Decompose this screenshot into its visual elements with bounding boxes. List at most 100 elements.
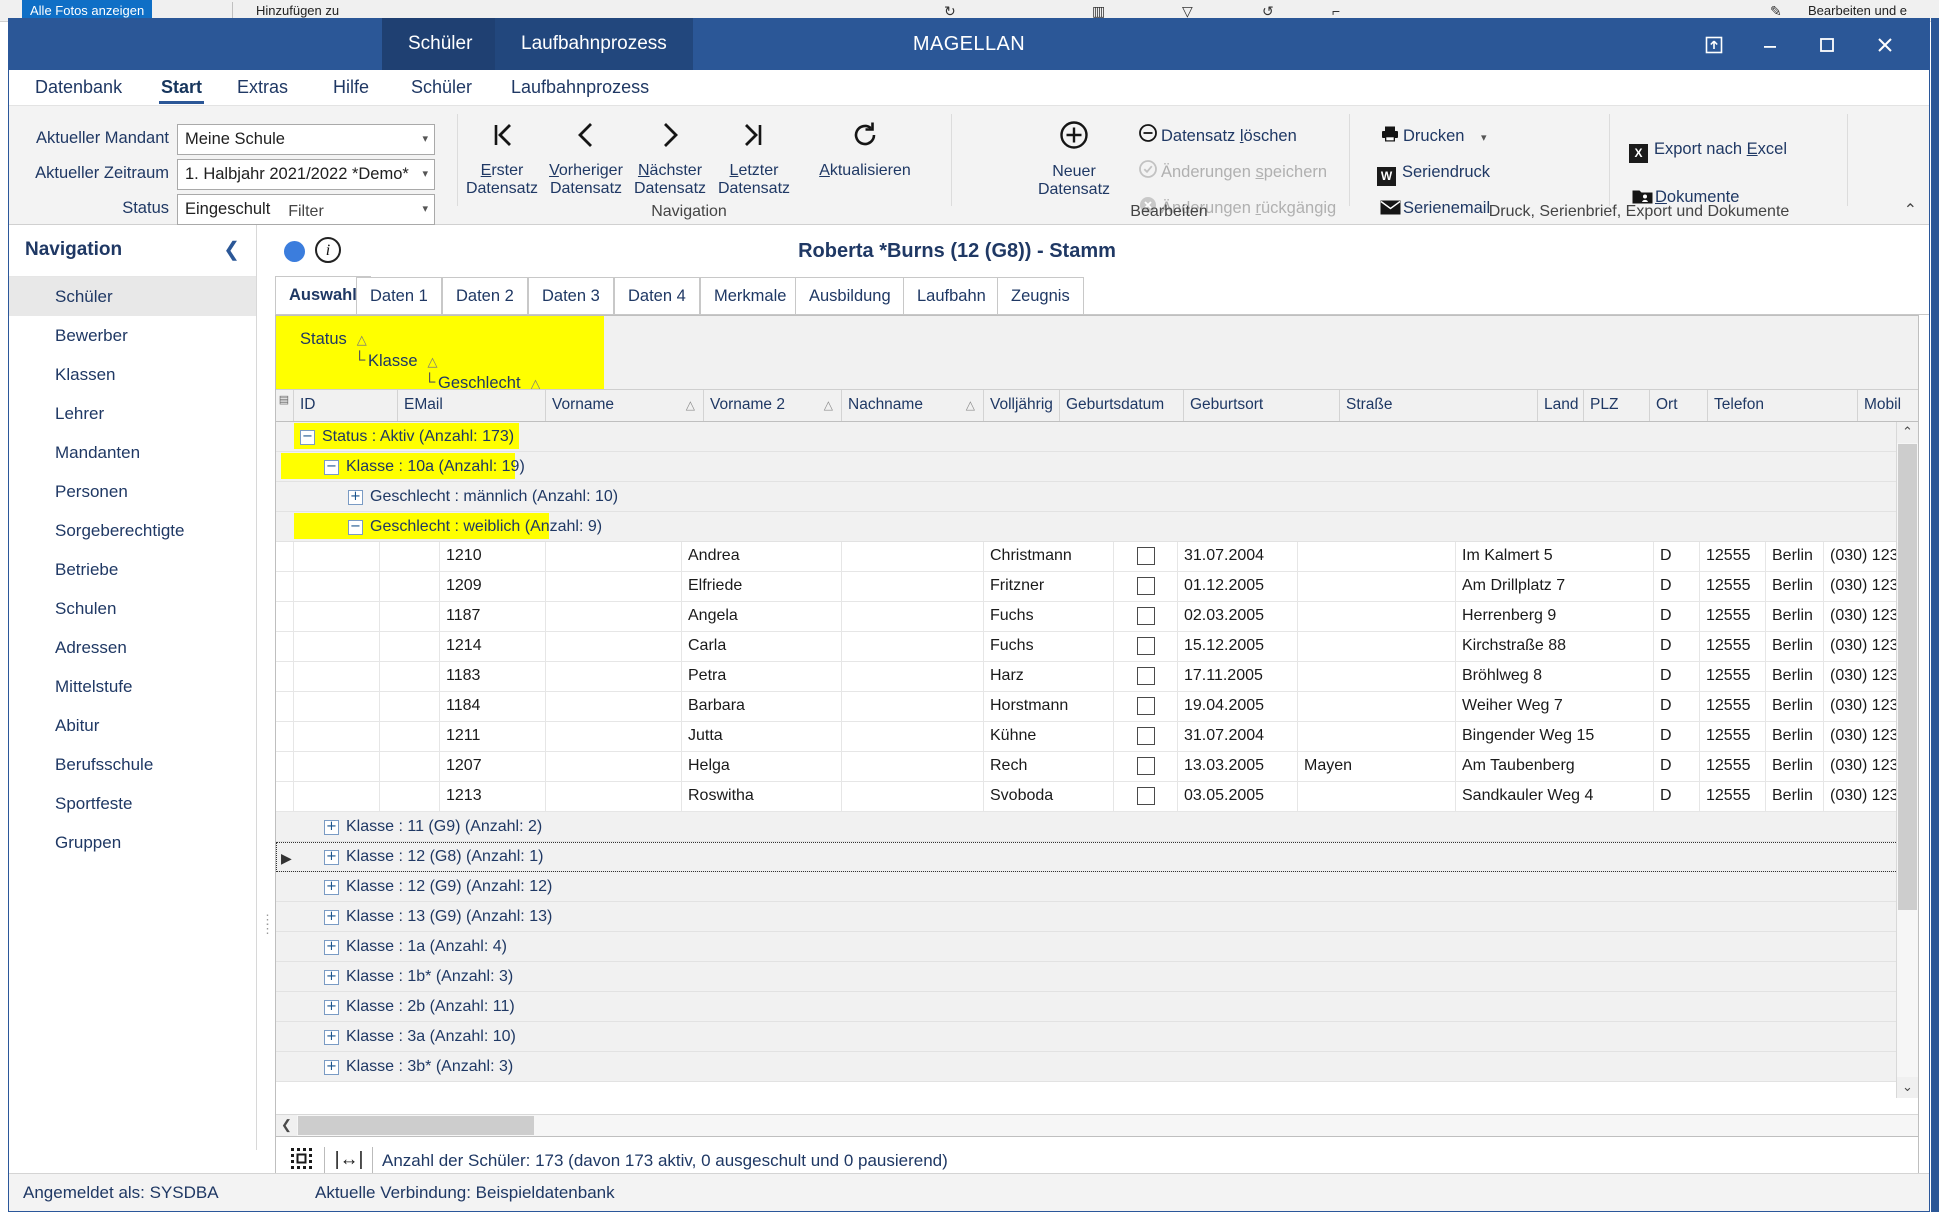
grid-horizontal-scrollbar[interactable]: ❮ <box>276 1114 1918 1136</box>
cell-volljaehrig[interactable] <box>1114 632 1178 661</box>
group-row-klasse-10a[interactable]: − Klasse : 10a (Anzahl: 19) <box>276 452 1918 482</box>
column-header-id[interactable]: ID <box>294 390 398 421</box>
sidebar-item-berufsschule[interactable]: Berufsschule <box>9 745 256 784</box>
cell-volljaehrig[interactable] <box>1114 602 1178 631</box>
group-row-klasse-1a[interactable]: + Klasse : 1a (Anzahl: 4) <box>276 932 1918 962</box>
minimize-icon[interactable] <box>1744 24 1796 64</box>
ribbon-tab-schueler[interactable]: Schüler <box>397 70 486 106</box>
group-row-klasse-13-g9[interactable]: + Klasse : 13 (G9) (Anzahl: 13) <box>276 902 1918 932</box>
sort-ascending-icon[interactable]: △ <box>357 332 367 347</box>
table-row[interactable]: 1183 Petra Harz 17.11.2005 Bröhlweg 8 D … <box>276 662 1918 692</box>
group-chip-klasse[interactable]: Klasse △ <box>368 352 438 371</box>
sidebar-item-gruppen[interactable]: Gruppen <box>9 823 256 862</box>
group-row-status-aktiv[interactable]: − Status : Aktiv (Anzahl: 173) <box>276 422 1918 452</box>
column-header-geburtsdatum[interactable]: Geburtsdatum <box>1060 390 1184 421</box>
collapse-ribbon-button[interactable]: ⌃ <box>1904 200 1917 220</box>
expand-expander-icon[interactable]: + <box>324 880 339 895</box>
column-header-email[interactable]: EMail <box>398 390 546 421</box>
refresh-button[interactable]: Aktualisieren <box>799 118 931 180</box>
expand-expander-icon[interactable]: + <box>324 1030 339 1045</box>
column-header-strasse[interactable]: Straße <box>1340 390 1538 421</box>
cell-volljaehrig[interactable] <box>1114 542 1178 571</box>
table-row[interactable]: 1211 Jutta Kühne 31.07.2004 Bingender We… <box>276 722 1918 752</box>
expand-expander-icon[interactable]: + <box>324 910 339 925</box>
column-header-nachname[interactable]: △ Nachname <box>842 390 984 421</box>
table-row[interactable]: 1214 Carla Fuchs 15.12.2005 Kirchstraße … <box>276 632 1918 662</box>
tab-daten-3[interactable]: Daten 3 <box>528 277 614 314</box>
print-command[interactable]: Drucken ▾ <box>1377 123 1487 149</box>
group-row-klasse-2b[interactable]: + Klasse : 2b (Anzahl: 11) <box>276 992 1918 1022</box>
sidebar-item-sorgeberechtigte[interactable]: Sorgeberechtigte <box>9 511 256 550</box>
sidebar-item-schulen[interactable]: Schulen <box>9 589 256 628</box>
cell-volljaehrig[interactable] <box>1114 572 1178 601</box>
group-row-klasse-12-g9[interactable]: + Klasse : 12 (G9) (Anzahl: 12) <box>276 872 1918 902</box>
ribbon-tab-start[interactable]: Start <box>147 70 216 106</box>
column-header-land[interactable]: Land <box>1538 390 1584 421</box>
collapse-expander-icon[interactable]: − <box>348 520 363 535</box>
sidebar-item-mittelstufe[interactable]: Mittelstufe <box>9 667 256 706</box>
cell-volljaehrig[interactable] <box>1114 722 1178 751</box>
ribbon-tab-extras[interactable]: Extras <box>223 70 302 106</box>
column-header-telefon[interactable]: Telefon <box>1708 390 1858 421</box>
sidebar-item-adressen[interactable]: Adressen <box>9 628 256 667</box>
column-header-volljaehrig[interactable]: Volljährig <box>984 390 1060 421</box>
checkbox-unchecked-icon[interactable] <box>1136 787 1155 805</box>
table-row[interactable]: 1207 Helga Rech 13.03.2005 Mayen Am Taub… <box>276 752 1918 782</box>
collapse-navigation-icon[interactable]: ❮ <box>223 237 240 262</box>
sidebar-item-mandanten[interactable]: Mandanten <box>9 433 256 472</box>
checkbox-unchecked-icon[interactable] <box>1136 547 1155 565</box>
column-chooser-icon[interactable]: ▤ <box>276 390 294 421</box>
ribbon-tab-datenbank[interactable]: Datenbank <box>21 70 136 106</box>
sidebar-item-bewerber[interactable]: Bewerber <box>9 316 256 355</box>
sidebar-item-klassen[interactable]: Klassen <box>9 355 256 394</box>
close-icon[interactable] <box>1859 24 1911 64</box>
group-row-klasse-3b[interactable]: + Klasse : 3b* (Anzahl: 3) <box>276 1052 1918 1082</box>
sort-ascending-icon[interactable]: △ <box>531 376 541 389</box>
select-all-icon[interactable] <box>290 1147 316 1173</box>
table-row[interactable]: 1209 Elfriede Fritzner 01.12.2005 Am Dri… <box>276 572 1918 602</box>
table-row[interactable]: 1187 Angela Fuchs 02.03.2005 Herrenberg … <box>276 602 1918 632</box>
group-chip-geschlecht[interactable]: Geschlecht △ <box>438 374 541 389</box>
expand-expander-icon[interactable]: + <box>324 850 339 865</box>
group-row-geschlecht-weiblich[interactable]: − Geschlecht : weiblich (Anzahl: 9) <box>276 512 1918 542</box>
checkbox-unchecked-icon[interactable] <box>1136 607 1155 625</box>
tab-daten-2[interactable]: Daten 2 <box>442 277 528 314</box>
zeitraum-combobox[interactable]: 1. Halbjahr 2021/2022 *Demo* ▾ <box>177 159 435 190</box>
tab-zeugnis[interactable]: Zeugnis <box>997 277 1084 314</box>
group-row-geschlecht-maennlich[interactable]: + Geschlecht : männlich (Anzahl: 10) <box>276 482 1918 512</box>
group-row-klasse-3a[interactable]: + Klasse : 3a (Anzahl: 10) <box>276 1022 1918 1052</box>
collapse-expander-icon[interactable]: − <box>324 460 339 475</box>
grid-vertical-scrollbar[interactable]: ⌃ ⌄ <box>1896 422 1918 1098</box>
group-row-klasse-11-g9[interactable]: + Klasse : 11 (G9) (Anzahl: 2) <box>276 812 1918 842</box>
new-record-button[interactable]: Neuer Datensatz <box>1021 118 1127 200</box>
chevron-down-icon[interactable]: ▾ <box>422 125 428 154</box>
expand-expander-icon[interactable]: + <box>324 1060 339 1075</box>
column-header-geburtsort[interactable]: Geburtsort <box>1184 390 1340 421</box>
checkbox-unchecked-icon[interactable] <box>1136 757 1155 775</box>
restore-down-icon[interactable] <box>1688 24 1740 64</box>
column-header-ort[interactable]: Ort <box>1650 390 1708 421</box>
collapse-expander-icon[interactable]: − <box>300 430 315 445</box>
chevron-down-icon[interactable]: ▾ <box>422 160 428 189</box>
column-header-vorname-2[interactable]: △ Vorname 2 <box>704 390 842 421</box>
checkbox-unchecked-icon[interactable] <box>1136 697 1155 715</box>
group-row-klasse-1b[interactable]: + Klasse : 1b* (Anzahl: 3) <box>276 962 1918 992</box>
group-chip-status[interactable]: Status △ <box>300 330 367 349</box>
fit-width-icon[interactable]: |↔| <box>332 1147 366 1173</box>
sidebar-item-betriebe[interactable]: Betriebe <box>9 550 256 589</box>
sidebar-item-abitur[interactable]: Abitur <box>9 706 256 745</box>
tab-daten-4[interactable]: Daten 4 <box>614 277 700 314</box>
expand-expander-icon[interactable]: + <box>324 940 339 955</box>
scroll-up-icon[interactable]: ⌃ <box>1897 422 1918 443</box>
checkbox-unchecked-icon[interactable] <box>1136 577 1155 595</box>
cell-volljaehrig[interactable] <box>1114 662 1178 691</box>
vertical-scroll-thumb[interactable] <box>1898 444 1917 910</box>
save-changes-command[interactable]: Änderungen speichern <box>1135 159 1327 185</box>
group-row-klasse-12-g8[interactable]: ▶ + Klasse : 12 (G8) (Anzahl: 1) <box>276 842 1918 872</box>
last-record-button[interactable]: Letzter Datensatz <box>701 118 807 199</box>
maximize-icon[interactable] <box>1801 24 1853 64</box>
tab-ausbildung[interactable]: Ausbildung <box>795 277 905 314</box>
checkbox-unchecked-icon[interactable] <box>1136 727 1155 745</box>
column-header-mobil[interactable]: Mobil <box>1858 390 1918 421</box>
column-header-vorname[interactable]: △ Vorname <box>546 390 704 421</box>
